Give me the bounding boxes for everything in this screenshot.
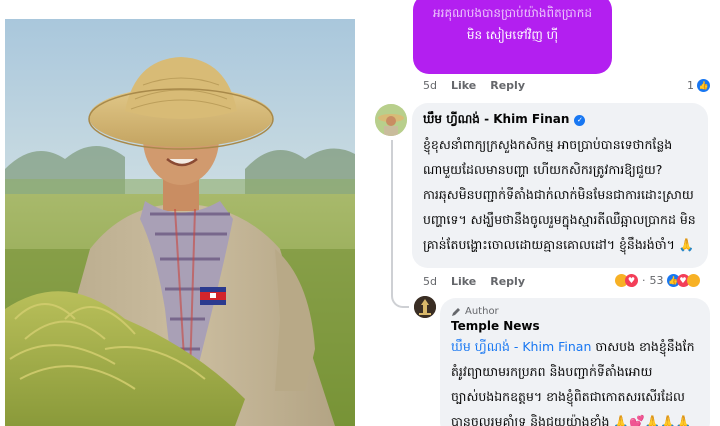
author-tag-label: Author bbox=[465, 306, 499, 317]
love-icon: ♥ bbox=[625, 274, 638, 287]
previous-reply-bubble[interactable]: អរគុណបងបានប្រាប់យ៉ាងពិតប្រាកដ មិន សៀមទៅវ… bbox=[413, 0, 612, 74]
commenter-avatar[interactable] bbox=[375, 104, 407, 136]
main-comment-author-row: ឃឹម ហ្វីណង់ - Khim Finan ✓ bbox=[423, 111, 697, 129]
main-comment-bubble: ឃឹម ហ្វីណង់ - Khim Finan ✓ ខ្ញុំខុសនាំពា… bbox=[412, 103, 708, 268]
nested-reply-author-row: Temple News bbox=[451, 319, 699, 333]
temple-logo-icon bbox=[414, 296, 436, 318]
nested-reply-author[interactable]: Temple News bbox=[451, 319, 540, 333]
mention-link[interactable]: ឃឹម ហ្វីណង់ - Khim Finan bbox=[451, 339, 591, 354]
previous-reply-time[interactable]: 5d bbox=[423, 79, 437, 92]
main-comment-reaction-count: 53 bbox=[649, 274, 664, 287]
person-photo-illustration bbox=[5, 19, 355, 426]
avatar-image-icon bbox=[375, 104, 407, 136]
comment-thread: អរគុណបងបានប្រាប់យ៉ាងពិតប្រាកដ មិន សៀមទៅវ… bbox=[366, 0, 720, 426]
previous-reply-line-1: អរគុណបងបានប្រាប់យ៉ាងពិតប្រាកដ bbox=[433, 6, 592, 20]
author-tag: Author bbox=[451, 306, 699, 317]
page-avatar[interactable] bbox=[414, 296, 436, 318]
pencil-icon bbox=[452, 307, 460, 316]
like-icon: 👍 bbox=[697, 79, 710, 92]
post-photo[interactable] bbox=[5, 19, 355, 426]
main-comment-author[interactable]: ឃឹម ហ្វីណង់ - Khim Finan bbox=[423, 111, 569, 129]
main-comment-text: ខ្ញុំខុសនាំពាក្យក្រសួងកសិកម្ម អាចប្រាប់ប… bbox=[423, 137, 696, 252]
main-comment-actions: 5d Like Reply bbox=[423, 275, 539, 288]
main-comment-reactions[interactable]: ♥ · 53 👍 ♥ bbox=[615, 274, 700, 287]
previous-reply-reactions[interactable]: 1 👍 bbox=[687, 79, 710, 92]
main-comment-like-button[interactable]: Like bbox=[451, 275, 476, 288]
reply-thread-connector bbox=[391, 140, 409, 308]
previous-reply-reaction-count: 1 bbox=[687, 79, 694, 92]
haha-icon bbox=[686, 274, 700, 287]
previous-reply-like-button[interactable]: Like bbox=[451, 79, 476, 92]
nested-reply-text: ឃឹម ហ្វីណង់ - Khim Finan ចាសបង ខាងខ្ញុំន… bbox=[451, 334, 699, 426]
previous-reply-reply-button[interactable]: Reply bbox=[490, 79, 525, 92]
previous-reply-actions: 5d Like Reply bbox=[423, 79, 539, 92]
previous-reply-line-2: មិន សៀមទៅវិញ ហ៊ី bbox=[466, 28, 559, 42]
nested-reply-bubble: Author Temple News ឃឹម ហ្វីណង់ - Khim Fi… bbox=[440, 298, 710, 426]
main-comment-time[interactable]: 5d bbox=[423, 275, 437, 288]
verified-badge-icon: ✓ bbox=[574, 114, 586, 126]
main-comment-reply-button[interactable]: Reply bbox=[490, 275, 525, 288]
